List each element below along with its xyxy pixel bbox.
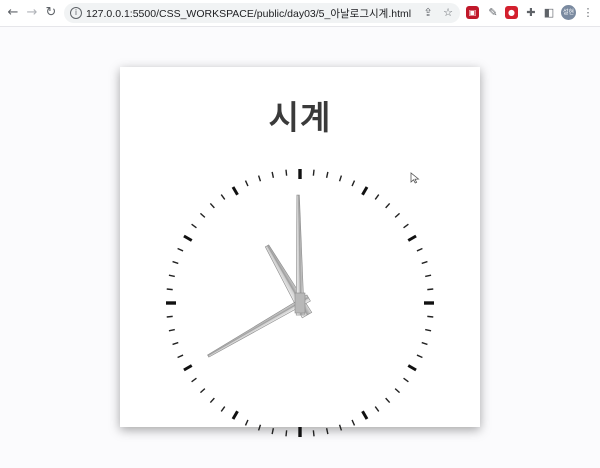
minute-tick [172, 260, 179, 265]
minute-tick [257, 175, 262, 182]
mouse-cursor-icon [410, 172, 420, 184]
minute-tick [220, 406, 226, 412]
bookmark-star-icon[interactable]: ☆ [440, 5, 456, 21]
address-bar[interactable]: i 127.0.0.1:5500/CSS_WORKSPACE/public/da… [64, 3, 460, 23]
minute-tick [416, 354, 423, 359]
minute-tick [209, 202, 215, 209]
minute-tick [394, 388, 401, 394]
extension-red-icon[interactable]: ▣ [466, 6, 479, 19]
hour-tick [361, 186, 369, 196]
extension-record-icon[interactable]: ● [505, 6, 518, 19]
minute-tick [177, 354, 184, 359]
minute-tick [374, 406, 380, 412]
minute-tick [312, 430, 315, 437]
minute-tick [257, 424, 262, 431]
url-text[interactable]: 127.0.0.1:5500/CSS_WORKSPACE/public/day0… [86, 6, 411, 21]
share-icon[interactable]: ⇪ [420, 5, 436, 21]
minute-tick [374, 194, 380, 200]
minute-tick [338, 424, 343, 431]
minute-tick [403, 377, 409, 383]
minute-tick [166, 315, 173, 318]
minute-tick [425, 328, 432, 332]
minute-tick [385, 202, 391, 209]
minute-tick [385, 397, 391, 404]
hour-tick [231, 410, 239, 420]
minute-tick [338, 175, 343, 182]
reload-icon[interactable]: ↻ [43, 5, 59, 21]
minute-tick [351, 180, 356, 187]
minute-tick [285, 169, 288, 176]
clock-hands [207, 194, 313, 358]
clock-dial [166, 169, 434, 437]
hour-tick [231, 186, 239, 196]
forward-arrow-icon[interactable]: → [24, 5, 40, 21]
minute-tick [425, 274, 432, 278]
minute-tick [427, 315, 434, 318]
minute-tick [172, 341, 179, 346]
minute-tick [312, 169, 315, 176]
eyedropper-icon[interactable]: ✎ [485, 5, 501, 21]
minute-tick [177, 247, 184, 252]
minute-tick [271, 171, 275, 178]
browser-toolbar: ← → ↻ i 127.0.0.1:5500/CSS_WORKSPACE/pub… [0, 0, 600, 27]
minute-tick [421, 260, 428, 265]
minute-tick [191, 223, 197, 229]
minute-tick [325, 171, 329, 178]
minute-tick [168, 274, 175, 278]
minute-tick [416, 247, 423, 252]
browser-menu-icon[interactable]: ⋮ [580, 5, 596, 21]
hour-tick [361, 410, 369, 420]
profile-avatar[interactable]: 설현 [561, 5, 576, 20]
minute-tick [244, 419, 249, 426]
hour-tick [407, 234, 417, 242]
back-arrow-icon[interactable]: ← [5, 5, 21, 21]
minute-tick [199, 388, 206, 394]
hour-tick [183, 234, 193, 242]
extensions-puzzle-icon[interactable]: ✚ [523, 5, 539, 21]
side-panel-icon[interactable]: ◧ [541, 5, 557, 21]
minute-tick [209, 397, 215, 404]
minute-tick [191, 377, 197, 383]
site-info-icon[interactable]: i [70, 7, 82, 19]
minute-tick [168, 328, 175, 332]
minute-tick [427, 288, 434, 291]
minute-tick [403, 223, 409, 229]
minute-tick [394, 212, 401, 218]
minute-tick [285, 430, 288, 437]
clock-card: 시계 [120, 67, 480, 437]
clock-center-hub [294, 292, 306, 314]
minute-tick [244, 180, 249, 187]
hour-tick [407, 364, 417, 372]
hour-tick [183, 364, 193, 372]
minute-tick [220, 194, 226, 200]
minute-tick [325, 428, 329, 435]
minute-tick [421, 341, 428, 346]
minute-tick [166, 288, 173, 291]
minute-tick [199, 212, 206, 218]
minute-tick [351, 419, 356, 426]
minute-tick [271, 428, 275, 435]
